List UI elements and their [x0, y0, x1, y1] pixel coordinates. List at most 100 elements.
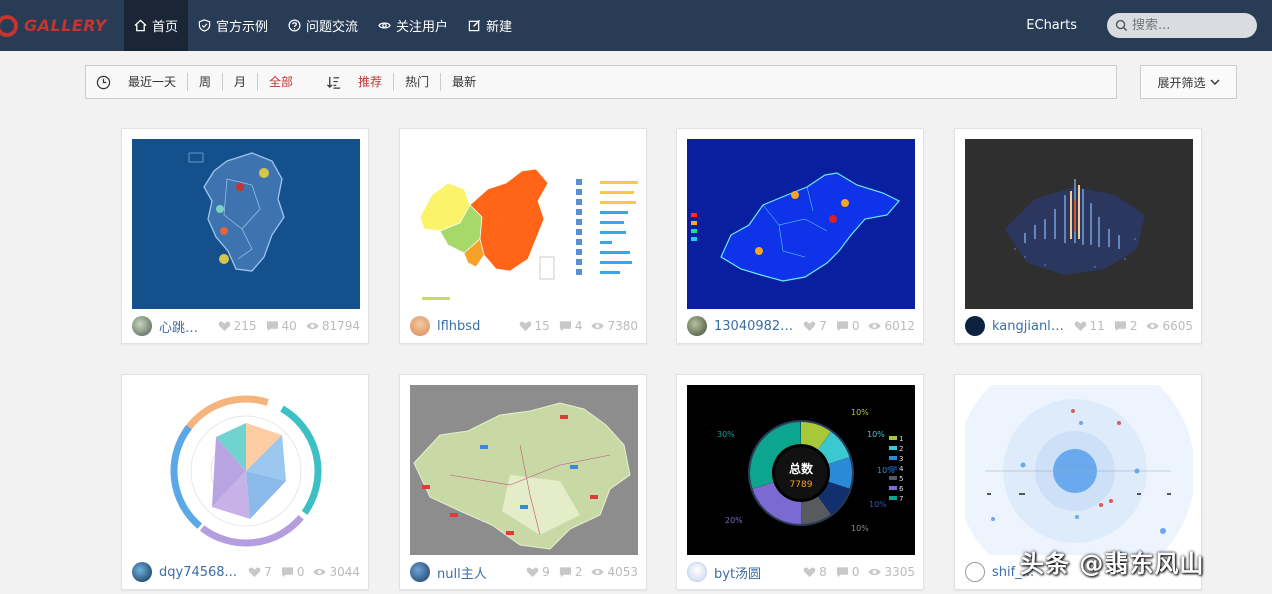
nav-item-label: 关注用户: [396, 20, 449, 35]
view-count: 6012: [868, 319, 915, 333]
heart-icon: [218, 321, 230, 332]
avatar[interactable]: [410, 316, 430, 336]
card-author[interactable]: 心跳动次...: [159, 317, 209, 336]
donut-legend-item: 2: [899, 445, 903, 453]
gallery-card[interactable]: kangjianlo... 11 2 6605: [954, 128, 1202, 344]
view-count: 3305: [868, 565, 915, 579]
search-box[interactable]: [1107, 13, 1257, 38]
comment-count[interactable]: 2: [1114, 319, 1137, 333]
gallery-card[interactable]: null主人 9 2 4053: [399, 374, 647, 590]
nav-item-new[interactable]: 新建: [458, 0, 522, 51]
card-stats: 15 4 7380: [510, 319, 638, 333]
watermark-text: 头条 @翡东风山: [1020, 550, 1205, 578]
like-count[interactable]: 7: [803, 319, 827, 333]
search-input[interactable]: [1132, 18, 1242, 33]
like-count[interactable]: 8: [803, 565, 827, 579]
top-navbar: GALLERY 首页 官方示例 问题交流 关注用户 新建 ECharts: [0, 0, 1272, 51]
filter-sort-recommended[interactable]: 推荐: [347, 73, 393, 91]
filter-sort-newest[interactable]: 最新: [441, 73, 487, 91]
donut-center-title: 总数: [789, 461, 814, 476]
comment-icon: [836, 567, 848, 578]
donut-pct-label: 20%: [725, 516, 743, 525]
shield-check-icon: [198, 19, 211, 32]
gallery-card[interactable]: 心跳动次... 215 40 81794: [121, 128, 369, 344]
card-author[interactable]: lflhbsd: [437, 319, 480, 334]
donut-pct-label: 10%: [851, 524, 869, 533]
filter-time-day[interactable]: 最近一天: [117, 73, 187, 91]
nav-item-discussion[interactable]: 问题交流: [278, 0, 368, 51]
chart-thumbnail-donut-total[interactable]: 总数 7789 10% 10% 10% 10% 10% 20% 30% 1 2 …: [687, 385, 915, 555]
chart-thumbnail-jiangxi-map[interactable]: [132, 139, 360, 309]
view-count: 81794: [306, 319, 360, 333]
like-count[interactable]: 11: [1074, 319, 1105, 333]
comment-count[interactable]: 0: [836, 319, 859, 333]
card-meta: kangjianlo... 11 2 6605: [965, 315, 1193, 337]
nav-item-official-examples[interactable]: 官方示例: [188, 0, 278, 51]
thumbnail-image: 总数 7789 10% 10% 10% 10% 10% 20% 30% 1 2 …: [687, 385, 915, 555]
donut-legend-item: 5: [899, 475, 903, 483]
heart-icon: [803, 567, 816, 578]
thumbnail-image: [410, 385, 638, 555]
gallery-card[interactable]: dqy74568... 7 0 3044: [121, 374, 369, 590]
chart-thumbnail-shandong-map[interactable]: [687, 139, 915, 309]
avatar[interactable]: [687, 316, 707, 336]
thumbnail-image: [132, 385, 360, 555]
echarts-link[interactable]: ECharts: [1026, 18, 1077, 33]
card-author[interactable]: null主人: [437, 563, 487, 582]
comment-count[interactable]: 0: [836, 565, 859, 579]
sort-icon: [327, 76, 341, 89]
comment-icon: [559, 567, 571, 578]
comment-count[interactable]: 0: [281, 565, 304, 579]
like-count[interactable]: 15: [519, 319, 550, 333]
card-stats: 7 0 6012: [794, 319, 915, 333]
view-count: 3044: [313, 565, 360, 579]
comment-count[interactable]: 2: [559, 565, 582, 579]
chart-thumbnail-relation-graph[interactable]: [965, 385, 1193, 555]
filter-time-all[interactable]: 全部: [258, 73, 304, 91]
expand-filter-button[interactable]: 展开筛选: [1140, 65, 1237, 99]
comment-count[interactable]: 4: [559, 319, 582, 333]
chart-thumbnail-terrain-map[interactable]: [410, 385, 638, 555]
comment-icon: [1114, 321, 1126, 332]
card-meta: byt汤圆 8 0 3305: [687, 561, 915, 583]
filter-time-month[interactable]: 月: [223, 73, 257, 91]
gallery-card[interactable]: 1304098229 7 0 6012: [676, 128, 924, 344]
nav-item-home[interactable]: 首页: [124, 0, 189, 51]
card-author[interactable]: dqy74568...: [159, 565, 237, 580]
heart-icon: [519, 321, 531, 332]
avatar[interactable]: [132, 316, 152, 336]
avatar[interactable]: [965, 316, 985, 336]
gallery-logo[interactable]: GALLERY: [0, 0, 124, 51]
nav-item-label: 官方示例: [216, 20, 269, 35]
avatar[interactable]: [687, 562, 707, 582]
avatar[interactable]: [965, 562, 985, 582]
gallery-card[interactable]: lflhbsd 15 4 7380: [399, 128, 647, 344]
like-count[interactable]: 215: [218, 319, 257, 333]
comment-icon: [559, 321, 571, 332]
donut-legend-item: 4: [899, 465, 904, 473]
gallery-card[interactable]: 总数 7789 10% 10% 10% 10% 10% 20% 30% 1 2 …: [676, 374, 924, 590]
avatar[interactable]: [410, 562, 430, 582]
chart-thumbnail-china-map[interactable]: [410, 139, 638, 309]
filter-time-week[interactable]: 周: [188, 73, 222, 91]
card-meta: dqy74568... 7 0 3044: [132, 561, 360, 583]
avatar[interactable]: [132, 562, 152, 582]
card-stats: 215 40 81794: [209, 319, 360, 333]
like-count[interactable]: 7: [248, 565, 272, 579]
view-count: 7380: [591, 319, 638, 333]
chart-thumbnail-radar-ring[interactable]: [132, 385, 360, 555]
eye-icon: [868, 322, 881, 330]
heart-icon: [526, 567, 539, 578]
chart-thumbnail-3d-bar-map[interactable]: [965, 139, 1193, 309]
card-author[interactable]: 1304098229: [714, 319, 794, 334]
nav-item-follow-users[interactable]: 关注用户: [368, 0, 458, 51]
card-author[interactable]: kangjianlo...: [992, 319, 1065, 334]
like-count[interactable]: 9: [526, 565, 550, 579]
comment-icon: [836, 321, 848, 332]
comment-count[interactable]: 40: [266, 319, 297, 333]
eye-icon: [1146, 322, 1159, 330]
card-stats: 7 0 3044: [239, 565, 360, 579]
card-stats: 8 0 3305: [794, 565, 915, 579]
filter-sort-hot[interactable]: 热门: [394, 73, 440, 91]
card-author[interactable]: byt汤圆: [714, 563, 761, 582]
